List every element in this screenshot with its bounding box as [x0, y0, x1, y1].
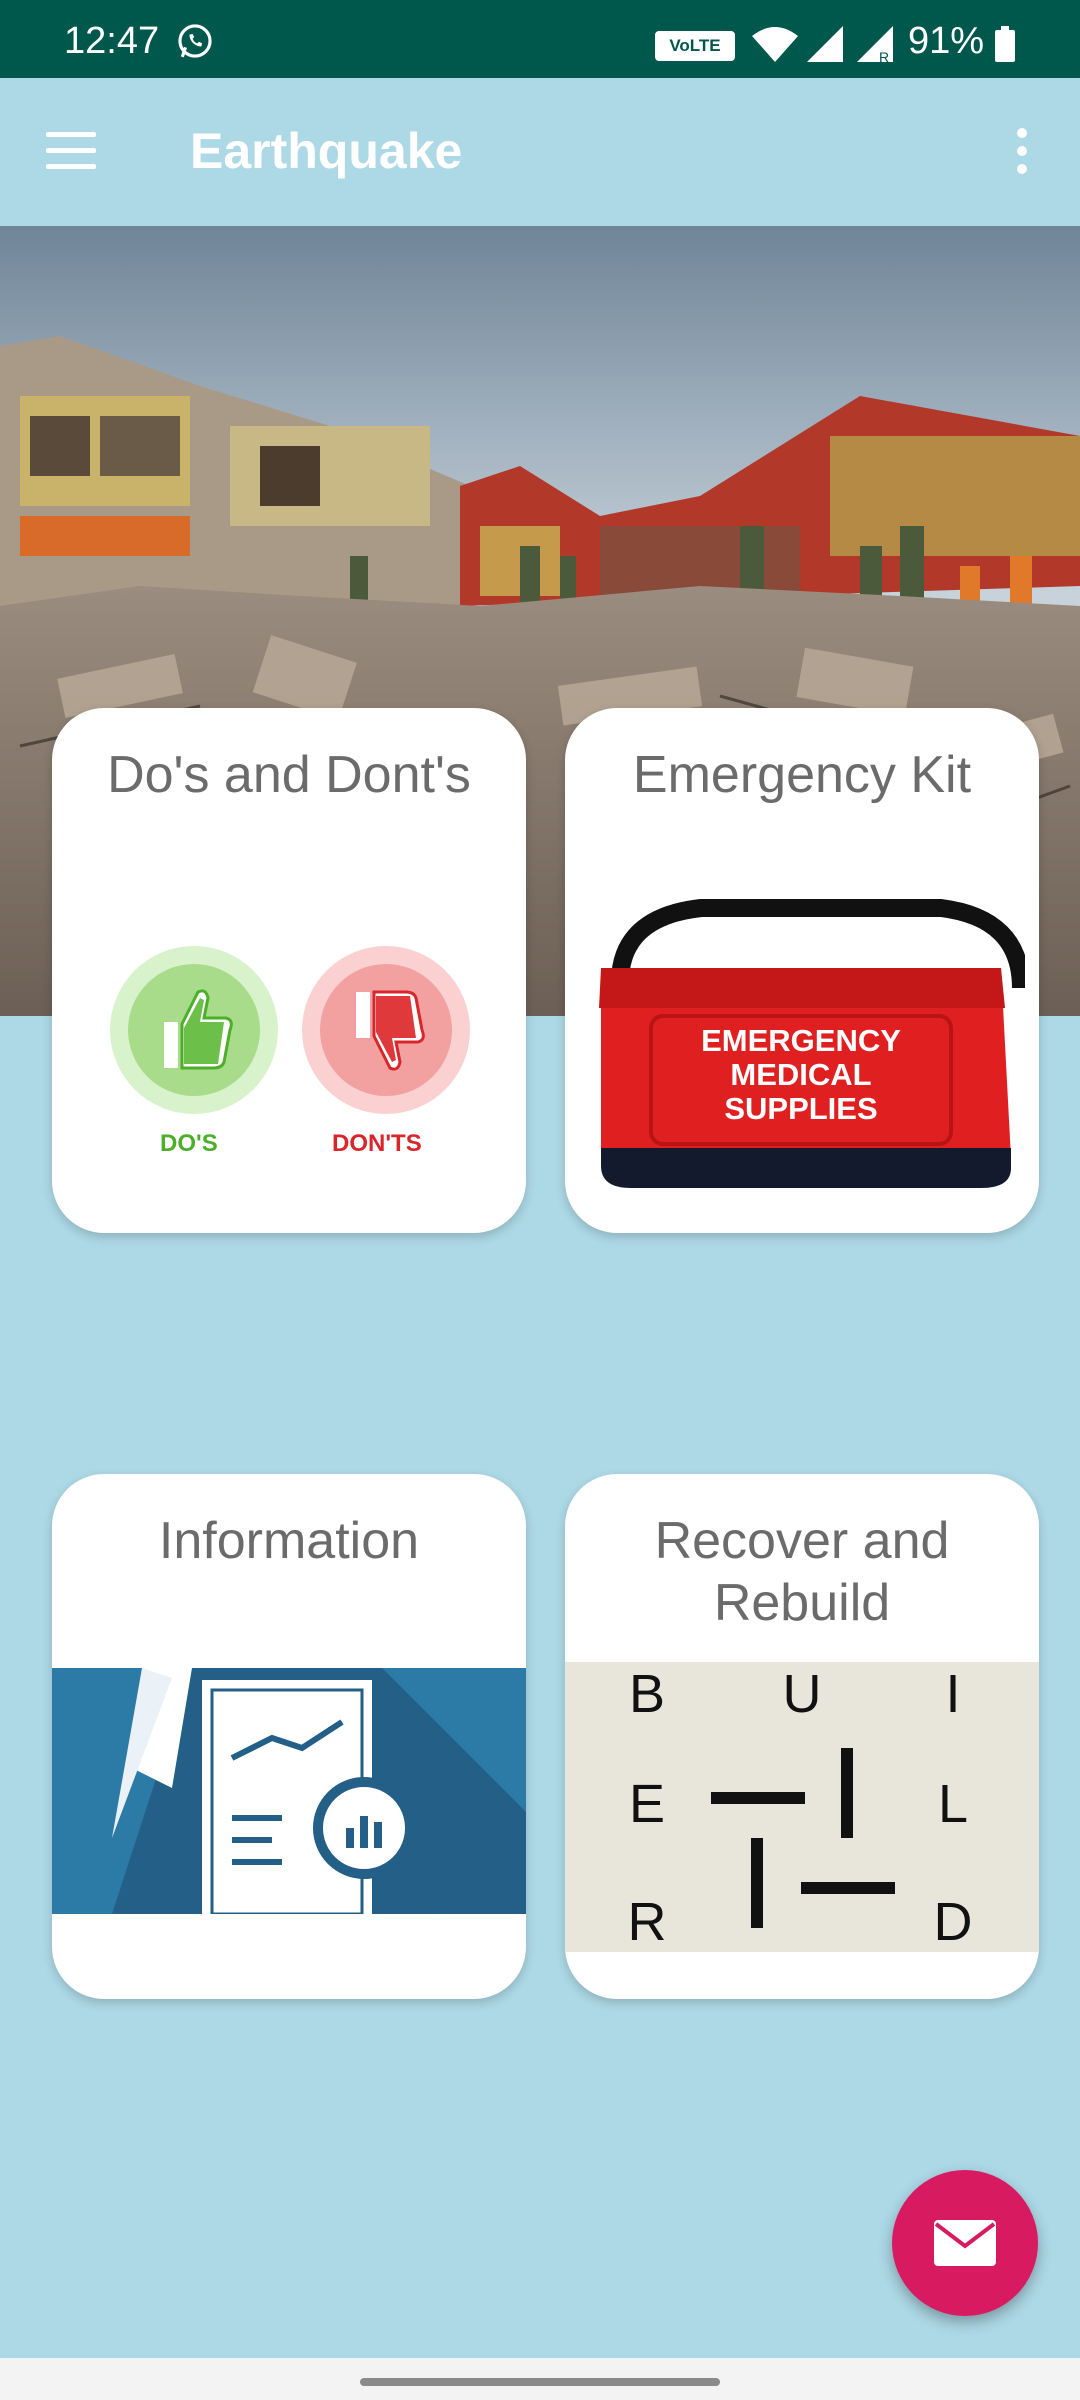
card-title: Recover and Rebuild	[654, 1512, 950, 1632]
card-emergency-kit[interactable]: Emergency Kit EMERGENCY MEDICAL SUPPLIES	[565, 708, 1039, 1233]
build-letters-image: B U I E L R D	[565, 1662, 1039, 1952]
card-information[interactable]: Information	[52, 1474, 526, 1999]
app-bar: Earthquake	[0, 78, 1080, 226]
card-title: Information	[158, 1512, 420, 1570]
letter-r: R	[628, 1892, 667, 1952]
dos-label: DO'S	[160, 1130, 218, 1157]
letter-i: I	[945, 1664, 960, 1724]
donts-label: DON'TS	[332, 1130, 422, 1157]
letter-d: D	[934, 1892, 973, 1952]
emergency-bag-image: EMERGENCY MEDICAL SUPPLIES	[599, 899, 1025, 1188]
mail-icon	[934, 2220, 996, 2266]
letter-u: U	[783, 1664, 822, 1724]
card-title: Do's and Dont's	[107, 746, 471, 804]
thumbs-down-icon	[302, 946, 470, 1114]
battery-icon	[995, 26, 1015, 62]
bag-text-line1: EMERGENCY	[701, 1023, 901, 1058]
wifi-icon	[752, 27, 798, 62]
information-report-icon	[52, 1668, 526, 1914]
bag-text-line2: MEDICAL	[730, 1057, 871, 1092]
letter-e: E	[629, 1774, 665, 1834]
letter-b: B	[629, 1664, 665, 1724]
status-bar: 12:47 VoLTE R 91%	[0, 0, 1080, 78]
svg-text:R: R	[879, 49, 889, 64]
card-recover-and-rebuild[interactable]: Recover and Rebuild B U I E L R D	[565, 1474, 1039, 1999]
mail-fab-button[interactable]	[892, 2170, 1038, 2316]
menu-icon[interactable]	[46, 132, 100, 172]
more-vert-icon[interactable]	[1010, 128, 1034, 178]
card-dos-and-donts[interactable]: Do's and Dont's DO'S DON'TS	[52, 708, 526, 1233]
gesture-nav-bar	[0, 2358, 1080, 2400]
status-time: 12:47	[64, 20, 160, 62]
card-title: Emergency Kit	[632, 746, 972, 804]
volte-badge: VoLTE	[655, 31, 735, 61]
letter-l: L	[938, 1774, 968, 1834]
whatsapp-icon	[178, 24, 212, 58]
bag-text-line3: SUPPLIES	[724, 1091, 877, 1126]
battery-percent: 91%	[908, 20, 985, 62]
home-gesture-handle[interactable]	[360, 2378, 720, 2386]
page-title: Earthquake	[190, 123, 463, 179]
signal-icon	[807, 26, 843, 62]
thumbs-up-icon	[110, 946, 278, 1114]
signal-roaming-icon: R	[857, 26, 893, 64]
